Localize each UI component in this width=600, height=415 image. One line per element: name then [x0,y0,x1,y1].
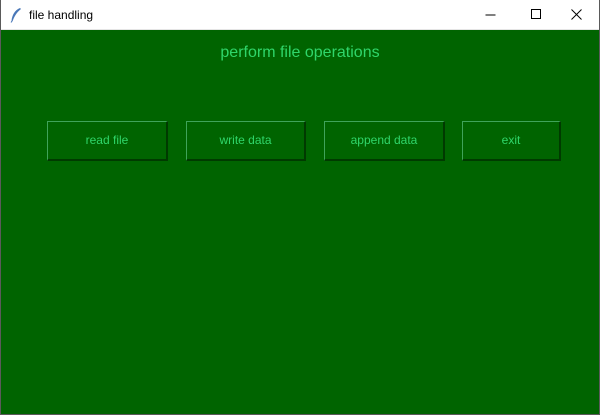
append-data-button[interactable]: append data [324,121,445,161]
app-window: file handling perform file operations re… [0,0,600,415]
exit-button[interactable]: exit [462,121,561,161]
close-button[interactable] [553,0,599,29]
minimize-icon [485,14,496,16]
minimize-button[interactable] [467,0,513,29]
close-icon [571,9,582,20]
feather-icon [9,7,23,23]
maximize-icon [531,9,541,19]
read-file-button[interactable]: read file [47,121,168,161]
title-bar[interactable]: file handling [1,0,599,30]
write-data-button[interactable]: write data [186,121,306,161]
window-title: file handling [29,8,94,22]
page-title: perform file operations [220,44,380,61]
